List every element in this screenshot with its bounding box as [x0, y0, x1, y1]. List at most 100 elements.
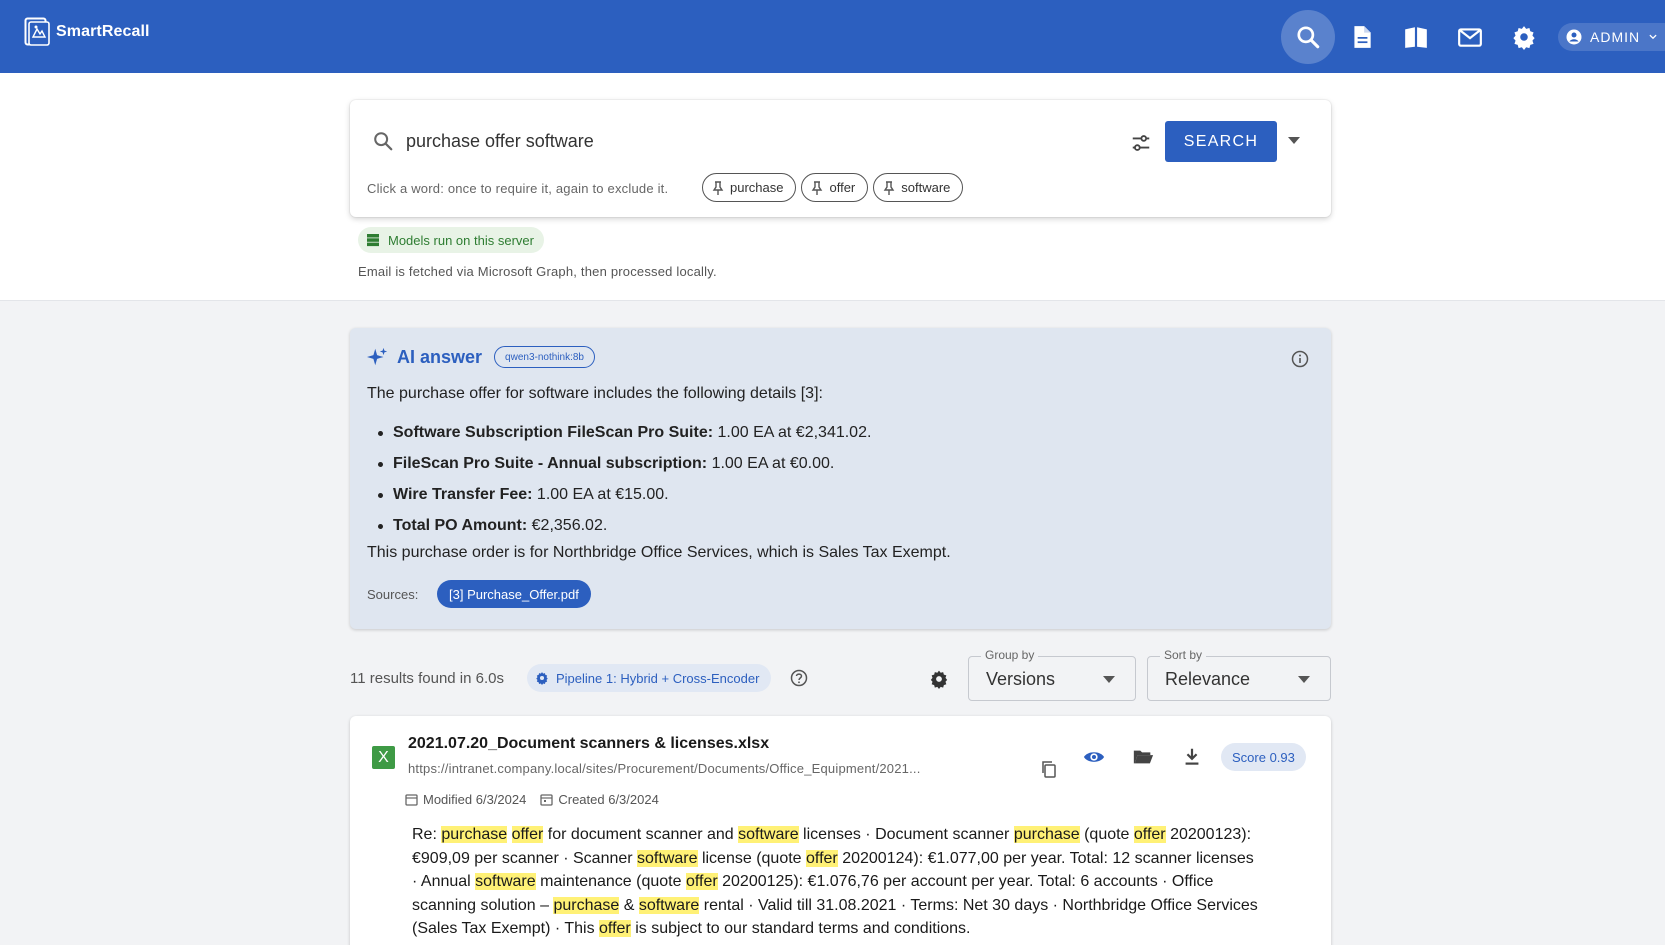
- gear-icon: [536, 672, 548, 685]
- help-icon[interactable]: [790, 669, 808, 687]
- search-hint: Click a word: once to require it, again …: [367, 181, 669, 196]
- book-icon: [1405, 27, 1427, 48]
- admin-label: ADMIN: [1590, 29, 1641, 45]
- modified-date: Modified 6/3/2024: [405, 792, 526, 807]
- account-icon: [1566, 29, 1582, 45]
- item-value: €2,356.02.: [531, 517, 608, 534]
- pin-icon: [883, 180, 895, 195]
- snippet-text: [507, 826, 511, 843]
- group-by-value: Versions: [986, 669, 1056, 689]
- group-by-select[interactable]: Group by Versions: [968, 648, 1136, 701]
- ai-answer-item: FileScan Pro Suite - Annual subscription…: [367, 448, 871, 479]
- highlighted-term: offer: [685, 873, 718, 890]
- search-input[interactable]: purchase offer software: [406, 131, 594, 152]
- nav-search-button[interactable]: [1281, 10, 1335, 64]
- score-badge: Score 0.93: [1221, 743, 1306, 771]
- search-icon: [374, 132, 393, 151]
- modified-text: Modified 6/3/2024: [423, 792, 527, 807]
- item-value: 1.00 EA at €2,341.02.: [717, 424, 872, 441]
- created-date: Created 6/3/2024: [540, 792, 659, 807]
- source-link[interactable]: [3] Purchase_Offer.pdf: [437, 580, 591, 608]
- snippet-text: license (quote: [697, 849, 807, 867]
- local-models-badge: Models run on this server: [358, 227, 544, 253]
- highlighted-term: offer: [599, 920, 631, 937]
- highlighted-term: purchase: [441, 826, 508, 843]
- excel-file-icon: X: [372, 746, 395, 769]
- logo-icon: [24, 17, 50, 46]
- ai-answer-item: Wire Transfer Fee: 1.00 EA at €15.00.: [367, 479, 871, 510]
- item-value: 1.00 EA at €0.00.: [711, 455, 835, 472]
- search-button[interactable]: SEARCH: [1165, 121, 1277, 162]
- brand-name: SmartRecall: [56, 23, 150, 40]
- eye-icon[interactable]: [1083, 746, 1105, 768]
- snippet-text: for document scanner and: [543, 826, 739, 843]
- results-summary: 11 results found in 6.0s: [350, 670, 504, 687]
- nav-settings-button[interactable]: [1497, 10, 1551, 64]
- result-url[interactable]: https://intranet.company.local/sites/Pro…: [408, 761, 1008, 776]
- gear-icon[interactable]: [929, 669, 949, 689]
- chip-label: purchase: [730, 180, 784, 195]
- email-processing-note: Email is fetched via Microsoft Graph, th…: [358, 264, 717, 279]
- pipeline-label: Pipeline 1: Hybrid + Cross-Encoder: [556, 670, 760, 686]
- pipeline-chip[interactable]: Pipeline 1: Hybrid + Cross-Encoder: [527, 664, 772, 692]
- highlighted-term: software: [475, 873, 536, 890]
- calendar-edit-icon: [405, 794, 418, 806]
- nav-documents-button[interactable]: [1335, 10, 1389, 64]
- nav-library-button[interactable]: [1389, 10, 1443, 64]
- admin-menu-button[interactable]: ADMIN: [1558, 23, 1665, 51]
- chip-offer[interactable]: offer: [801, 173, 869, 202]
- result-title[interactable]: 2021.07.20_Document scanners & licenses.…: [408, 735, 769, 753]
- result-meta: Modified 6/3/2024 Created 6/3/2024: [405, 792, 659, 807]
- ai-answer-conclusion: This purchase order is for Northbridge O…: [367, 544, 951, 561]
- copy-icon[interactable]: [1040, 760, 1058, 778]
- search-options-chevron-icon[interactable]: [1287, 136, 1301, 146]
- ai-answer-title: AI answer: [397, 346, 483, 367]
- snippet-text: licenses · Document scanner: [798, 826, 1014, 843]
- result-card[interactable]: X 2021.07.20_Document scanners & license…: [350, 716, 1331, 945]
- group-by-label: Group by: [981, 648, 1039, 662]
- caret-down-icon: [1103, 676, 1115, 683]
- ai-answer-item: Total PO Amount: €2,356.02.: [367, 510, 871, 541]
- ai-answer-list: Software Subscription FileScan Pro Suite…: [367, 417, 871, 541]
- highlighted-term: purchase: [553, 896, 620, 914]
- highlighted-term: software: [637, 849, 698, 867]
- item-label: FileScan Pro Suite - Annual subscription…: [393, 455, 708, 472]
- highlighted-term: software: [738, 826, 799, 843]
- highlighted-term: purchase: [1013, 826, 1080, 843]
- ai-answer-header: AI answer qwen3-nothink:8b: [367, 346, 595, 368]
- snippet-text: Re:: [412, 826, 442, 843]
- sparkle-icon: [367, 347, 388, 366]
- item-label: Wire Transfer Fee:: [393, 486, 533, 503]
- chip-purchase[interactable]: purchase: [702, 173, 797, 202]
- sort-by-select[interactable]: Sort by Relevance: [1147, 648, 1331, 701]
- item-label: Software Subscription FileScan Pro Suite…: [393, 424, 714, 441]
- chip-label: software: [901, 180, 951, 195]
- sort-by-label: Sort by: [1160, 648, 1207, 662]
- download-icon[interactable]: [1181, 746, 1203, 768]
- caret-down-icon: [1298, 676, 1310, 683]
- gear-icon: [1513, 26, 1535, 50]
- chevron-down-icon: [1649, 34, 1657, 40]
- result-snippet: Re: purchase offer for document scanner …: [412, 823, 1262, 941]
- ai-answer-card: AI answer qwen3-nothink:8b The purchase …: [350, 328, 1331, 629]
- pin-icon: [712, 180, 724, 195]
- snippet-text: &: [619, 896, 639, 914]
- info-icon[interactable]: [1291, 350, 1309, 368]
- document-icon: [1354, 26, 1371, 48]
- sort-by-value: Relevance: [1165, 669, 1251, 689]
- highlighted-term: offer: [806, 849, 838, 867]
- search-icon: [1297, 26, 1320, 49]
- highlighted-term: offer: [1133, 826, 1166, 843]
- nav-mail-button[interactable]: [1443, 10, 1497, 64]
- calendar-icon: [540, 794, 554, 806]
- snippet-text: (quote: [1079, 826, 1134, 843]
- brand[interactable]: SmartRecall: [24, 17, 150, 47]
- mail-icon: [1458, 28, 1482, 47]
- ai-answer-item: Software Subscription FileScan Pro Suite…: [367, 417, 871, 448]
- tune-icon[interactable]: [1130, 132, 1152, 154]
- folder-open-icon[interactable]: [1132, 746, 1154, 768]
- model-badge: qwen3-nothink:8b: [494, 346, 595, 368]
- chip-software[interactable]: software: [873, 173, 964, 202]
- sources-label: Sources:: [367, 587, 419, 602]
- query-word-chips: purchase offer software: [702, 173, 964, 202]
